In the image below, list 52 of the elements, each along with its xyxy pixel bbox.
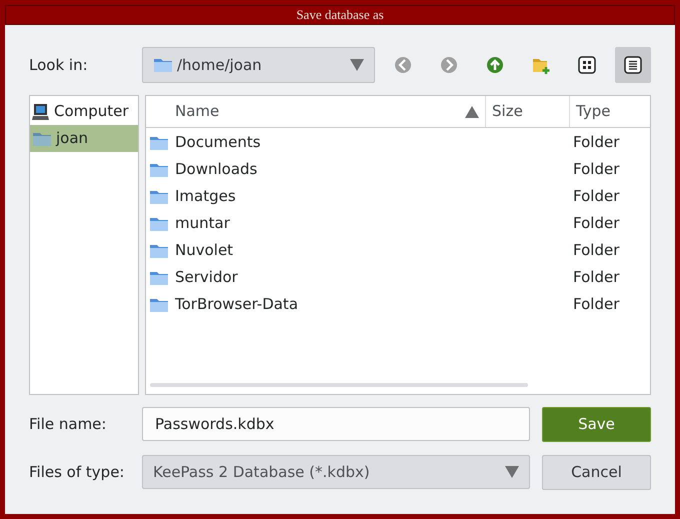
list-view-icon [624, 56, 642, 74]
folder-icon [149, 188, 169, 204]
file-name: Servidor [175, 267, 238, 288]
file-row[interactable]: Imatges Folder [146, 183, 650, 210]
sort-arrow-icon [465, 106, 479, 118]
cancel-button[interactable]: Cancel [542, 454, 651, 490]
file-name-label: File name: [29, 414, 108, 435]
file-type: Folder [572, 186, 620, 208]
file-row[interactable]: TorBrowser-Data Folder [146, 291, 650, 318]
folder-icon [149, 296, 169, 312]
file-type: Folder [572, 132, 620, 154]
horizontal-scrollbar[interactable] [150, 383, 528, 387]
dropdown-arrow-icon [350, 59, 364, 71]
icon-view-icon [578, 56, 596, 74]
file-row[interactable]: Downloads Folder [146, 156, 650, 183]
dropdown-arrow-icon [505, 466, 519, 478]
file-row[interactable]: muntar Folder [146, 210, 650, 237]
window-title: Save database as [296, 6, 384, 24]
file-type: Folder [572, 240, 620, 262]
column-header[interactable]: Name [146, 96, 486, 127]
file-row[interactable]: Nuvolet Folder [146, 237, 650, 264]
file-row[interactable]: Documents Folder [146, 129, 650, 156]
file-name: muntar [175, 213, 230, 234]
file-type-label: Files of type: [29, 462, 126, 483]
places-item[interactable]: joan [30, 125, 138, 152]
column-header[interactable]: Size [486, 96, 570, 127]
file-name: Documents [175, 132, 261, 154]
file-type: Folder [572, 159, 620, 180]
file-row[interactable]: Servidor Folder [146, 264, 650, 291]
computer-icon [32, 102, 50, 120]
file-name-field[interactable]: Passwords.kdbx [142, 407, 530, 441]
toolbar-button[interactable] [615, 47, 651, 83]
folder-icon [149, 216, 169, 232]
folder-icon [149, 162, 169, 178]
folder-icon [153, 57, 173, 73]
look-in-dropdown[interactable]: /home/joan [142, 47, 375, 83]
file-type: Folder [572, 213, 620, 234]
file-name: Imatges [175, 186, 236, 208]
look-in-label: Look in: [29, 54, 89, 76]
places-item[interactable]: Computer [30, 98, 138, 125]
save-button[interactable]: Save [542, 406, 651, 442]
file-name: Nuvolet [175, 240, 234, 262]
file-name: TorBrowser-Data [175, 294, 298, 316]
folder-icon [149, 134, 169, 150]
folder-icon [149, 270, 169, 286]
folder-icon [32, 130, 52, 146]
file-type: Folder [572, 294, 620, 316]
folder-icon [149, 242, 169, 258]
file-name: Downloads [175, 159, 258, 180]
column-header[interactable]: Type [570, 96, 650, 127]
file-type: Folder [572, 267, 620, 288]
file-type-dropdown[interactable]: KeePass 2 Database (*.kdbx) [142, 455, 530, 489]
